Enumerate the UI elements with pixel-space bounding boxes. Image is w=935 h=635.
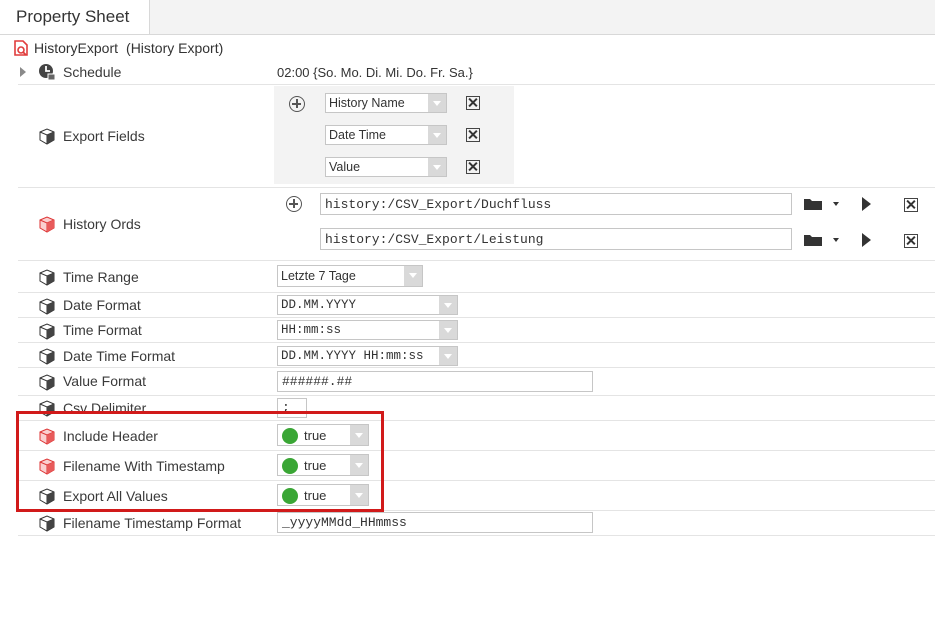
export-fields-panel: History Name Date Time Value [274,86,514,184]
remove-field-close-icon[interactable] [466,160,480,174]
chevron-down-icon [439,296,457,314]
remove-field-close-icon[interactable] [466,128,480,142]
slot-cube-icon [38,347,55,365]
ord-field-text: history:/CSV_Export/Leistung [325,232,544,247]
date-time-format-label: Date Time Format [63,348,176,364]
expand-arrow-icon[interactable] [20,67,26,77]
play-icon[interactable] [862,233,871,247]
add-field-plus-icon[interactable] [289,96,305,112]
slot-cube-icon [38,297,55,315]
chevron-down-icon [428,158,446,176]
chevron-down-icon [404,266,422,286]
folder-icon[interactable] [804,197,822,210]
field-combo-text: Value [329,160,361,174]
time-range-select[interactable]: Letzte 7 Tage [277,265,423,287]
field-combo-text: Date Time [329,128,386,142]
row-value-format: Value Format ######.## [18,367,935,396]
row-history-ords: History Ords history:/CSV_Export/Duchflu… [18,187,935,261]
slot-cube-icon [38,322,55,340]
time-range-text: Letzte 7 Tage [281,269,356,283]
chevron-down-icon [428,126,446,144]
history-ords-label: History Ords [63,216,141,232]
root-name: HistoryExport [34,40,119,56]
play-icon[interactable] [862,197,871,211]
field-combo-text: History Name [329,96,405,110]
ord-field-2[interactable]: history:/CSV_Export/Leistung [320,228,792,250]
add-ord-plus-icon[interactable] [286,196,302,212]
date-format-text: DD.MM.YYYY [281,298,357,312]
field-combo-1[interactable]: History Name [325,93,447,113]
history-export-icon [14,40,28,56]
time-format-select[interactable]: HH:mm:ss [277,320,458,340]
schedule-clock-icon [38,63,56,81]
value-format-text: ######.## [282,374,353,389]
chevron-down-icon [428,94,446,112]
remove-ord-close-icon[interactable] [904,234,918,248]
field-combo-3[interactable]: Value [325,157,447,177]
highlight-box [16,411,384,512]
time-format-label: Time Format [63,322,142,338]
remove-ord-close-icon[interactable] [904,198,918,212]
slot-cube-icon [38,514,55,532]
chevron-down-icon [439,321,457,339]
folder-dropdown-caret-icon[interactable] [833,238,839,242]
row-filename-timestamp-format: Filename Timestamp Format _yyyyMMdd_HHmm… [18,510,935,536]
root-component[interactable]: HistoryExport (History Export) [14,40,223,56]
root-type: (History Export) [126,40,224,56]
slot-cube-icon [38,127,55,145]
row-time-format: Time Format HH:mm:ss [18,317,935,343]
filename-timestamp-format-input[interactable]: _yyyyMMdd_HHmmss [277,512,593,533]
filename-timestamp-format-text: _yyyyMMdd_HHmmss [282,515,407,530]
export-fields-label: Export Fields [63,128,145,144]
schedule-label: Schedule [63,64,122,80]
row-schedule: Schedule 02:00 {So. Mo. Di. Mi. Do. Fr. … [18,60,935,85]
row-date-time-format: Date Time Format DD.MM.YYYY HH:mm:ss [18,342,935,368]
slot-cube-red-icon [38,215,55,233]
ord-field-text: history:/CSV_Export/Duchfluss [325,197,552,212]
value-format-label: Value Format [63,373,146,389]
schedule-value[interactable]: 02:00 {So. Mo. Di. Mi. Do. Fr. Sa.} [277,65,473,80]
tab-property-sheet[interactable]: Property Sheet [0,0,150,34]
time-range-label: Time Range [63,269,139,285]
slot-cube-icon [38,268,55,286]
filename-timestamp-format-label: Filename Timestamp Format [63,515,242,531]
row-date-format: Date Format DD.MM.YYYY [18,292,935,318]
date-format-label: Date Format [63,297,141,313]
remove-field-close-icon[interactable] [466,96,480,110]
slot-cube-icon [38,373,55,391]
date-time-format-text: DD.MM.YYYY HH:mm:ss [281,349,424,363]
date-time-format-select[interactable]: DD.MM.YYYY HH:mm:ss [277,346,458,366]
row-time-range: Time Range Letzte 7 Tage [18,260,935,293]
time-format-text: HH:mm:ss [281,323,342,337]
date-format-select[interactable]: DD.MM.YYYY [277,295,458,315]
value-format-input[interactable]: ######.## [277,371,593,392]
tab-bar: Property Sheet [0,0,935,35]
ord-field-1[interactable]: history:/CSV_Export/Duchfluss [320,193,792,215]
folder-icon[interactable] [804,233,822,246]
field-combo-2[interactable]: Date Time [325,125,447,145]
folder-dropdown-caret-icon[interactable] [833,202,839,206]
chevron-down-icon [439,347,457,365]
